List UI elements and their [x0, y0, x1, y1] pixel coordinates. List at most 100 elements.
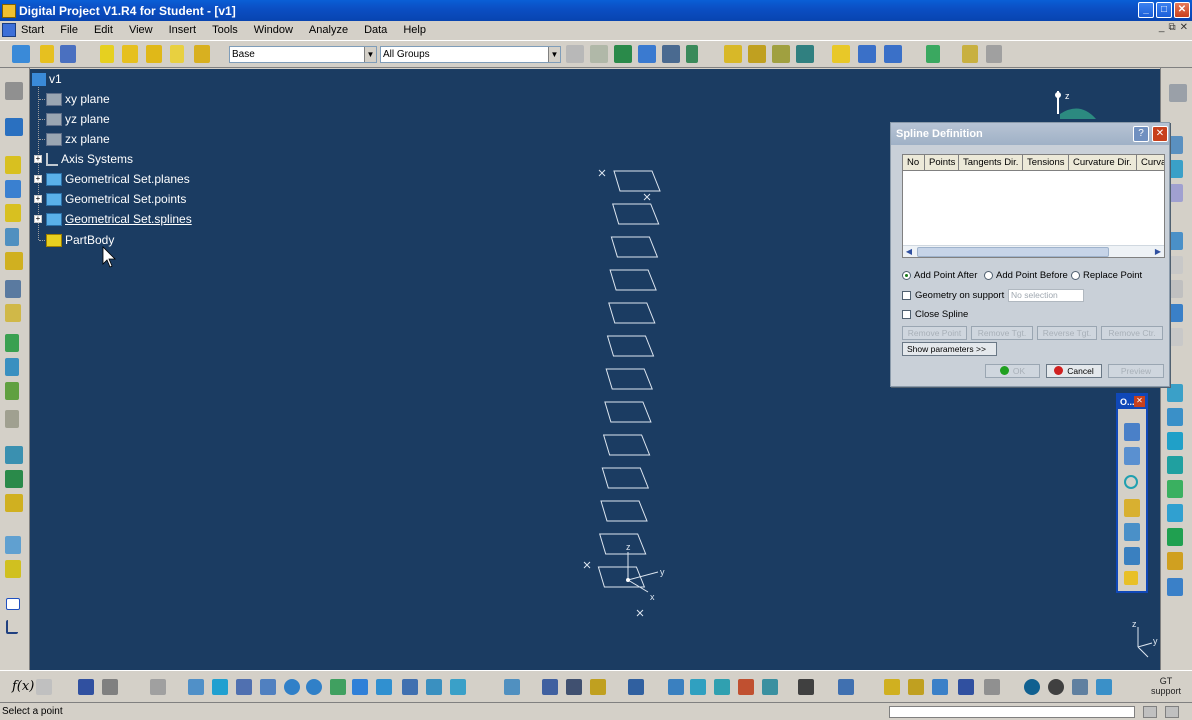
- wireframe-plane[interactable]: [602, 434, 651, 456]
- menu-start[interactable]: Start: [19, 24, 52, 36]
- publish-ref-icon[interactable]: [796, 45, 814, 63]
- menu-view[interactable]: View: [121, 24, 161, 36]
- global-axis-z-label[interactable]: z: [1132, 619, 1137, 629]
- light-group-icon[interactable]: [194, 45, 210, 63]
- menu-analyze[interactable]: Analyze: [301, 24, 356, 36]
- analysis-icon[interactable]: [662, 45, 680, 63]
- tree-node-zx-plane[interactable]: zx plane: [46, 130, 110, 148]
- normal-view-icon[interactable]: [330, 679, 346, 695]
- geometry-support-field[interactable]: No selection: [1008, 289, 1084, 302]
- sketcher-icon[interactable]: [1169, 84, 1187, 102]
- connect-curve-icon[interactable]: [1124, 499, 1140, 517]
- add-before-radio[interactable]: [984, 271, 993, 280]
- shading-icon[interactable]: [402, 679, 418, 695]
- multi-view-icon[interactable]: [352, 679, 368, 695]
- scroll-left-icon[interactable]: ◀: [904, 246, 914, 257]
- command-input[interactable]: [889, 706, 1135, 718]
- command-icon[interactable]: [1143, 706, 1157, 718]
- menu-file[interactable]: File: [52, 24, 86, 36]
- material-icon[interactable]: [590, 679, 606, 695]
- doc-restore-button[interactable]: ⧉: [1168, 22, 1175, 33]
- axis-y-line[interactable]: [627, 571, 659, 581]
- grid-icon[interactable]: [566, 45, 584, 63]
- spline-icon[interactable]: [1124, 523, 1140, 541]
- group-combo[interactable]: All Groups ▼: [380, 46, 561, 63]
- app-icon[interactable]: [2, 3, 16, 18]
- axis-z-label[interactable]: z: [626, 542, 631, 552]
- compass-knob[interactable]: [1055, 92, 1061, 98]
- global-axis-y-line[interactable]: [1137, 642, 1153, 648]
- chamfer-icon[interactable]: [5, 304, 21, 322]
- publish-add-icon[interactable]: [748, 45, 766, 63]
- grid-lines-icon[interactable]: [1072, 679, 1088, 695]
- expand-icon[interactable]: +: [34, 155, 42, 163]
- catalog-icon[interactable]: [614, 45, 632, 63]
- spine-icon[interactable]: [1124, 571, 1138, 585]
- compass-z-label[interactable]: z: [1065, 91, 1070, 101]
- point-icon[interactable]: [5, 156, 21, 174]
- add-before-row[interactable]: Add Point Before: [984, 270, 1068, 281]
- surface-edit-icon[interactable]: [884, 45, 902, 63]
- menu-help[interactable]: Help: [395, 24, 434, 36]
- snap-points-icon[interactable]: [984, 679, 1000, 695]
- part-icon[interactable]: [12, 45, 30, 63]
- texture-icon[interactable]: [762, 679, 778, 695]
- grid-snap-icon[interactable]: [958, 679, 974, 695]
- replace-row[interactable]: Replace Point: [1071, 270, 1142, 281]
- surface-icon[interactable]: [858, 45, 876, 63]
- scroll-thumb[interactable]: [917, 247, 1109, 257]
- close-button[interactable]: ✕: [1174, 2, 1190, 18]
- split-icon[interactable]: [5, 334, 19, 352]
- command-history-icon[interactable]: [1165, 706, 1179, 718]
- connect-icon[interactable]: [1167, 578, 1183, 596]
- wireframe-plane[interactable]: [609, 269, 657, 291]
- untrim-icon[interactable]: [1167, 432, 1183, 450]
- dialog-title[interactable]: Spline Definition: [891, 123, 1169, 145]
- menu-insert[interactable]: Insert: [161, 24, 205, 36]
- layer-combo[interactable]: Base ▼: [229, 46, 377, 63]
- reverse-tgt-button[interactable]: Reverse Tgt.: [1037, 326, 1097, 340]
- catia-logo-icon[interactable]: [2, 22, 16, 37]
- affinity-icon[interactable]: [5, 560, 21, 578]
- wireframe-plane[interactable]: [606, 335, 655, 357]
- wireframe-plane[interactable]: [600, 500, 648, 522]
- ok-button[interactable]: OK: [985, 364, 1040, 378]
- boundary-curve-icon[interactable]: [1167, 528, 1183, 546]
- axis-icon[interactable]: [6, 620, 18, 634]
- axis-x-line[interactable]: [627, 579, 649, 593]
- healing-icon[interactable]: [1167, 408, 1183, 426]
- scale-icon[interactable]: [5, 536, 21, 554]
- expand-icon[interactable]: +: [34, 195, 42, 203]
- polyline-icon[interactable]: [1124, 447, 1140, 465]
- ruler-icon[interactable]: [150, 679, 166, 695]
- boundary-icon[interactable]: [5, 382, 19, 400]
- helix-icon[interactable]: [1124, 547, 1140, 565]
- geometry-support-checkbox[interactable]: [902, 291, 911, 300]
- plane-tool-icon[interactable]: [932, 679, 948, 695]
- tree-node-partbody[interactable]: PartBody: [46, 231, 114, 249]
- frame-icon[interactable]: [962, 45, 978, 63]
- sketch-plane-icon[interactable]: [5, 118, 23, 136]
- axis-x-label[interactable]: x: [650, 592, 655, 602]
- zoom-out-icon[interactable]: [306, 679, 322, 695]
- column-no[interactable]: No: [903, 155, 925, 171]
- dialog-close-button[interactable]: ✕: [1152, 126, 1168, 142]
- points-grid-icon[interactable]: [1124, 423, 1140, 441]
- layers-icon[interactable]: [884, 679, 900, 695]
- column-curvature[interactable]: Curvature Dir.: [1069, 155, 1137, 171]
- add-after-radio[interactable]: [902, 271, 911, 280]
- compass-icon[interactable]: [1096, 679, 1112, 695]
- wireframe-plane[interactable]: [612, 203, 660, 225]
- swap-space-icon[interactable]: [450, 679, 466, 695]
- point-marker[interactable]: [598, 169, 606, 177]
- tree-node-geoset-planes[interactable]: Geometrical Set.planes: [46, 170, 190, 188]
- extract-surface-icon[interactable]: [1167, 552, 1183, 570]
- help-query-icon[interactable]: [628, 679, 644, 695]
- render-icon[interactable]: [738, 679, 754, 695]
- trim-surface-icon[interactable]: [1167, 504, 1183, 522]
- iso-view-icon[interactable]: [376, 679, 392, 695]
- remove-ctr-button[interactable]: Remove Ctr.: [1101, 326, 1163, 340]
- tree-icon[interactable]: [590, 45, 608, 63]
- geometry-support-row[interactable]: Geometry on support: [902, 290, 1004, 301]
- sketch-icon[interactable]: [5, 82, 23, 100]
